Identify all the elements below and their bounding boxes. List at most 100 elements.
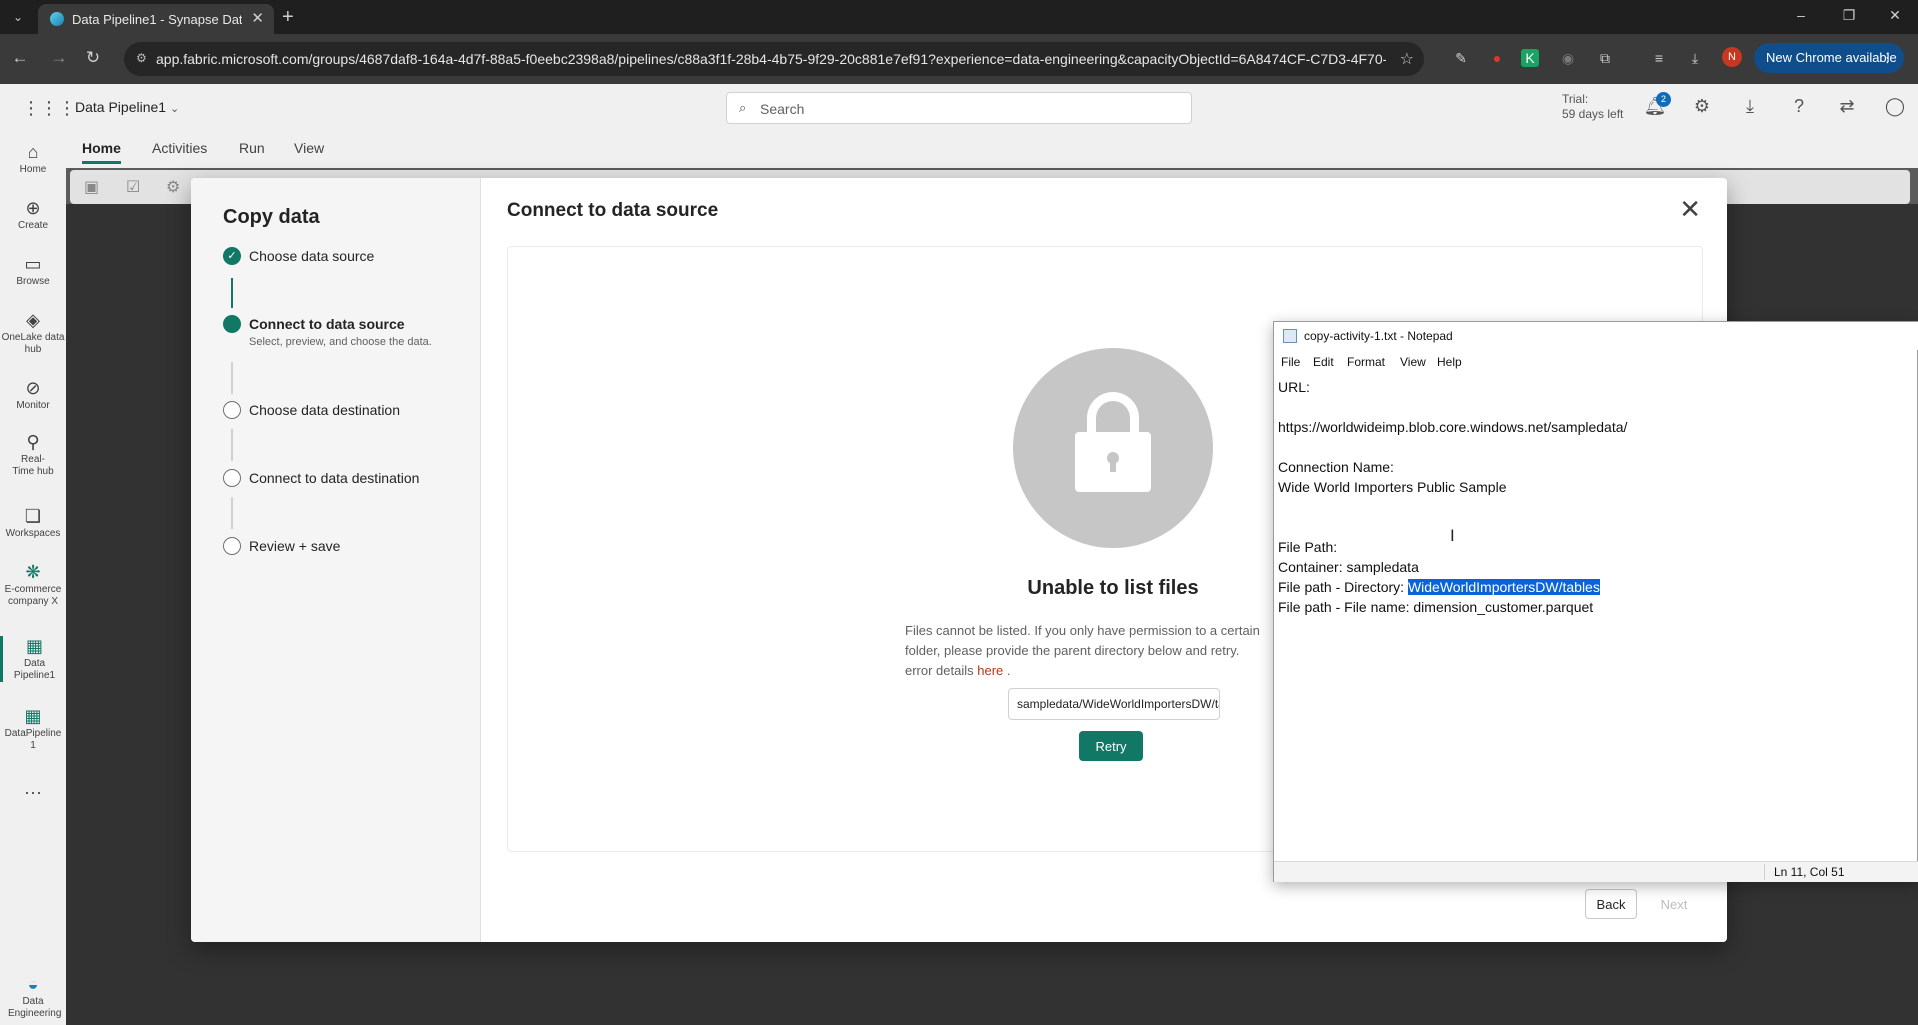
puzzle-extensions-icon[interactable]: ⧉ (1594, 47, 1616, 69)
red-extension-icon[interactable]: ● (1486, 47, 1508, 69)
forward-arrow-icon[interactable]: → (48, 48, 70, 68)
text-line: Wide World Importers Public Sample (1278, 479, 1507, 495)
notepad-app-icon (1283, 329, 1297, 343)
nav-label: Data Engineering (8, 996, 62, 1019)
chevron-down-icon: ⌄ (169, 103, 180, 115)
text-line (1278, 517, 1915, 537)
app-launcher-icon[interactable]: ⋮⋮⋮ (22, 98, 76, 119)
tab-close-icon[interactable]: ✕ (251, 9, 264, 27)
error-message: Files cannot be listed. If you only have… (905, 621, 1305, 681)
profile-avatar[interactable]: N (1722, 47, 1742, 67)
restore-icon[interactable]: ❐ (1834, 7, 1864, 24)
error-details-link[interactable]: here (977, 663, 1003, 678)
retry-button[interactable]: Retry (1079, 731, 1143, 761)
nav-monitor[interactable]: ⊘ Monitor (0, 378, 66, 412)
text-line: File Path: (1278, 539, 1338, 555)
nav-real-time-hub[interactable]: ⚲ Real-Time hub (0, 432, 66, 478)
window-close-icon[interactable]: ✕ (1880, 7, 1910, 24)
tab-run[interactable]: Run (239, 140, 265, 156)
menu-view[interactable]: View (1400, 355, 1426, 369)
nav-data-engineering[interactable]: ◒ Data Engineering (0, 974, 66, 1020)
nav-create[interactable]: ⊕ Create (0, 198, 66, 232)
step-connector (231, 278, 233, 308)
share-icon[interactable]: ⇄ (1835, 96, 1859, 117)
nav-label: E-commerce company X (4, 584, 62, 607)
nav-label: Browse (16, 276, 50, 287)
tab-view[interactable]: View (294, 140, 324, 156)
k-extension-icon[interactable]: K (1521, 49, 1539, 67)
notification-badge: 2 (1656, 92, 1671, 107)
pipeline-title-dropdown[interactable]: Data Pipeline1 ⌄ (75, 99, 179, 115)
more-ellipsis-icon[interactable]: ··· (0, 782, 66, 803)
validate-icon[interactable]: ☑ (126, 177, 140, 197)
nav-label: DataPipeline 1 (4, 728, 62, 751)
nav-label: Real-Time hub (12, 454, 54, 477)
tab-search-icon[interactable]: ≡ (1648, 47, 1670, 69)
eyedropper-extension-icon[interactable]: ✎ (1450, 47, 1472, 69)
bookmark-star-icon[interactable]: ☆ (1400, 49, 1414, 69)
nav-datapipeline-1[interactable]: ▦ DataPipeline 1 (0, 706, 66, 752)
step-label: Connect to data source (249, 316, 405, 332)
site-info-icon[interactable]: ⚙ (136, 51, 147, 65)
tab-search-chevron-icon[interactable]: ⌄ (6, 7, 30, 27)
app-header: ⋮⋮⋮ Data Pipeline1 ⌄ ⌕ Search Trial: 59 d… (0, 84, 1918, 132)
save-icon[interactable]: ▣ (84, 177, 99, 197)
pending-step-circle-icon (223, 401, 241, 419)
nav-workspace-ecommerce[interactable]: ❋ E-commerce company X (0, 562, 66, 608)
notepad-menubar: File Edit Format View Help (1274, 350, 1918, 374)
pipeline-icon: ▦ (24, 706, 42, 726)
workspace-icon: ❋ (25, 562, 41, 582)
next-button[interactable]: Next (1647, 889, 1701, 919)
step-label: Connect to data destination (249, 470, 420, 486)
selected-text[interactable]: WideWorldImportersDW/tables (1407, 579, 1600, 595)
account-avatar-icon[interactable]: ◯ (1883, 96, 1907, 117)
lock-body (1075, 432, 1151, 492)
url-text[interactable]: app.fabric.microsoft.com/groups/4687daf8… (156, 51, 1386, 67)
menu-help[interactable]: Help (1437, 355, 1462, 369)
reload-icon[interactable]: ↻ (82, 48, 104, 68)
checkmark-icon: ✓ (223, 247, 241, 265)
back-arrow-icon[interactable]: ← (9, 48, 31, 68)
nav-label: Data Pipeline1 (13, 658, 56, 681)
text-line (1278, 437, 1915, 457)
notepad-titlebar[interactable]: copy-activity-1.txt - Notepad (1274, 322, 1918, 350)
nav-data-pipeline1[interactable]: ▦ Data Pipeline1 (0, 636, 66, 682)
gear-icon[interactable]: ⚙ (1690, 96, 1714, 117)
nav-workspaces[interactable]: ❏ Workspaces (0, 506, 66, 540)
menu-format[interactable]: Format (1347, 355, 1385, 369)
menu-edit[interactable]: Edit (1313, 355, 1334, 369)
new-chrome-available-button[interactable]: New Chrome available ⋮ (1754, 43, 1904, 73)
error-line-prefix: error details (905, 663, 974, 678)
trial-status: Trial: 59 days left (1562, 92, 1623, 122)
keyhole-stem (1110, 460, 1116, 472)
nav-label: Workspaces (5, 528, 61, 539)
nav-home[interactable]: ⌂ Home (0, 142, 66, 176)
address-bar[interactable]: ⚙ app.fabric.microsoft.com/groups/4687da… (124, 42, 1424, 76)
menu-file[interactable]: File (1281, 355, 1300, 369)
tab-activities[interactable]: Activities (152, 140, 207, 156)
new-tab-plus-icon[interactable]: + (282, 6, 294, 29)
notepad-window: copy-activity-1.txt - Notepad File Edit … (1273, 321, 1918, 882)
search-icon: ⌕ (739, 100, 747, 115)
error-line-suffix: . (1003, 663, 1011, 678)
wizard-steps-panel: Copy data ✓ Choose data source Connect t… (191, 178, 481, 942)
nav-browse[interactable]: ▭ Browse (0, 254, 66, 288)
directory-path-input[interactable]: sampledata/WideWorldImportersDW/tables (1008, 688, 1220, 720)
grey-extension-icon[interactable]: ◉ (1557, 47, 1579, 69)
nav-label: Home (19, 164, 47, 175)
back-button[interactable]: Back (1585, 889, 1637, 919)
help-icon[interactable]: ? (1787, 96, 1811, 117)
close-icon[interactable]: ✕ (1679, 194, 1701, 225)
nav-onelake-data-hub[interactable]: ◈ OneLake data hub (0, 310, 66, 356)
download-icon[interactable]: ⤓ (1738, 96, 1762, 117)
search-input[interactable]: ⌕ Search (726, 92, 1192, 124)
settings-icon[interactable]: ⚙ (166, 177, 180, 197)
trial-days-left: 59 days left (1562, 107, 1624, 121)
status-separator (1764, 864, 1765, 880)
notepad-text-area[interactable]: URL: https://worldwideimp.blob.core.wind… (1274, 374, 1918, 861)
tab-home[interactable]: Home (82, 140, 121, 164)
text-line-directory: File path - Directory: WideWorldImporter… (1278, 577, 1915, 597)
minimize-icon[interactable]: – (1786, 7, 1816, 23)
browser-tab-active[interactable]: Data Pipeline1 - Synapse Data E ✕ (38, 4, 274, 34)
download-icon[interactable]: ⤓ (1684, 47, 1706, 69)
